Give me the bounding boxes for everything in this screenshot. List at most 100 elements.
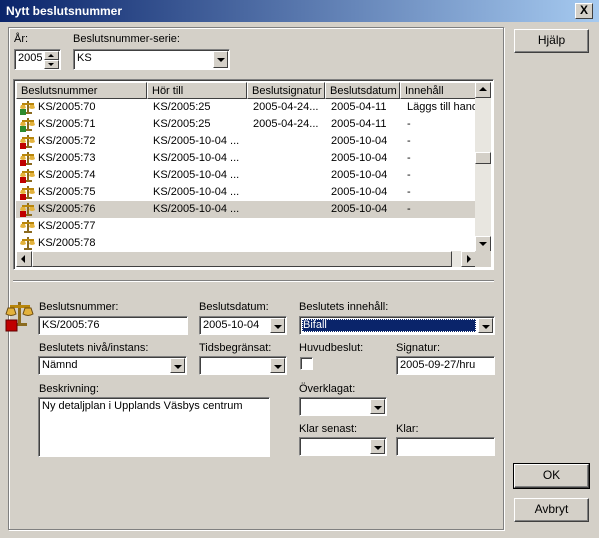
table-row[interactable]: KS/2005:72 KS/2005-10-04 ... 2005-10-04 - [16, 133, 477, 150]
window-title: Nytt beslutsnummer [6, 4, 123, 18]
tidsbegransat-select[interactable] [199, 356, 287, 375]
cell-hor-till: KS/2005:25 [153, 118, 211, 130]
separator [13, 280, 494, 282]
table-row[interactable]: KS/2005:71 KS/2005:25 2005-04-24... 2005-04… [16, 116, 477, 133]
column-header-beslutsignatur[interactable]: Beslutsignatur [247, 82, 325, 99]
series-value: KS [77, 52, 92, 64]
beskrivning-textarea[interactable]: Ny detaljplan i Upplands Väsbys centrum [38, 397, 270, 457]
help-button-label: Hjälp [537, 33, 566, 47]
klar-senast-picker[interactable] [299, 437, 387, 456]
cell-datum: 2005-04-11 [331, 118, 387, 130]
spin-up-icon[interactable] [44, 51, 59, 60]
chevron-down-icon[interactable] [270, 318, 285, 333]
table-row[interactable]: KS/2005:74 KS/2005-10-04 ... 2005-10-04 - [16, 167, 477, 184]
beskrivning-label: Beskrivning: [39, 383, 99, 395]
chevron-down-icon[interactable] [270, 358, 285, 373]
chevron-down-icon[interactable] [370, 399, 385, 414]
overklagat-label: Överklagat: [299, 383, 356, 395]
scroll-thumb[interactable] [475, 152, 491, 164]
year-spin-buttons[interactable] [44, 51, 59, 70]
table-row[interactable]: KS/2005:77 [16, 218, 477, 235]
table-row[interactable]: KS/2005:78 [16, 235, 477, 252]
cell-datum: 2005-10-04 [331, 135, 388, 147]
table-row[interactable]: KS/2005:76 KS/2005-10-04 ... 2005-10-04 - [16, 201, 477, 218]
beslutsdatum-label: Beslutsdatum: [199, 301, 269, 313]
year-spinner[interactable]: 2005 [14, 49, 61, 70]
beslutsdatum-picker[interactable]: 2005-10-04 [199, 316, 287, 335]
cell-hor-till: KS/2005-10-04 ... [153, 152, 240, 164]
klar-field[interactable] [396, 437, 495, 456]
cell-nr: KS/2005:72 [38, 135, 96, 147]
close-button[interactable]: X [575, 3, 593, 19]
cell-nr: KS/2005:77 [38, 220, 96, 232]
pending-decision-icon [20, 169, 35, 183]
series-label: Beslutsnummer-serie: [73, 33, 180, 45]
cell-hor-till: KS/2005:25 [153, 101, 211, 113]
pending-decision-icon [20, 186, 35, 200]
klar-senast-label: Klar senast: [299, 423, 358, 435]
scroll-down-icon[interactable] [475, 236, 491, 252]
approved-decision-icon [20, 101, 35, 115]
scroll-left-icon[interactable] [16, 251, 32, 267]
approved-decision-icon [20, 118, 35, 132]
cell-datum: 2005-10-04 [331, 186, 388, 198]
cell-nr: KS/2005:71 [38, 118, 96, 130]
decision-scale-icon [5, 302, 34, 332]
horizontal-scrollbar[interactable] [16, 251, 477, 267]
decision-icon [20, 220, 35, 233]
ok-button[interactable]: OK [513, 463, 590, 489]
table-row[interactable]: KS/2005:75 KS/2005-10-04 ... 2005-10-04 - [16, 184, 477, 201]
huvudbeslut-label: Huvudbeslut: [299, 342, 364, 354]
cell-innehall: - [407, 203, 411, 215]
column-header-beslutsnummer[interactable]: Beslutsnummer [16, 82, 147, 99]
cell-signatur: 2005-04-24... [253, 118, 319, 130]
spin-down-icon[interactable] [44, 60, 59, 69]
chevron-down-icon[interactable] [213, 51, 228, 68]
cancel-button[interactable]: Avbryt [514, 498, 589, 522]
cell-hor-till: KS/2005-10-04 ... [153, 135, 240, 147]
beslutsnummer-label: Beslutsnummer: [39, 301, 119, 313]
cell-innehall: - [407, 152, 411, 164]
signatur-field[interactable]: 2005-09-27/hru [396, 356, 495, 375]
signatur-label: Signatur: [396, 342, 441, 354]
innehall-label: Beslutets innehåll: [299, 301, 389, 313]
decision-list[interactable]: Beslutsnummer Hör till Beslutsignatur Be… [13, 79, 494, 270]
vertical-scrollbar[interactable] [475, 82, 491, 252]
hscroll-thumb[interactable] [32, 251, 452, 267]
beslutsnummer-field[interactable]: KS/2005:76 [38, 316, 188, 335]
tidsbegransat-label: Tidsbegränsat: [199, 342, 272, 354]
scroll-corner [475, 251, 491, 267]
cell-nr: KS/2005:73 [38, 152, 96, 164]
pending-decision-icon [20, 135, 35, 149]
cell-datum: 2005-04-11 [331, 101, 387, 113]
cell-innehall: - [407, 118, 411, 130]
help-button[interactable]: Hjälp [514, 29, 589, 53]
series-select[interactable]: KS [73, 49, 230, 70]
column-header-beslutsdatum[interactable]: Beslutsdatum [325, 82, 400, 99]
scroll-up-icon[interactable] [475, 82, 491, 98]
pending-decision-icon [20, 152, 35, 166]
cell-nr: KS/2005:70 [38, 101, 96, 113]
chevron-down-icon[interactable] [370, 439, 385, 454]
overklagat-select[interactable] [299, 397, 387, 416]
chevron-down-icon[interactable] [478, 318, 493, 333]
cancel-button-label: Avbryt [534, 502, 569, 516]
huvudbeslut-checkbox[interactable] [300, 357, 313, 370]
klar-label: Klar: [396, 423, 419, 435]
niva-select[interactable]: Nämnd [38, 356, 187, 375]
ok-button-label: OK [542, 468, 561, 482]
cell-nr: KS/2005:74 [38, 169, 96, 181]
table-row[interactable]: KS/2005:73 KS/2005-10-04 ... 2005-10-04 - [16, 150, 477, 167]
innehall-select[interactable]: Bifall [299, 316, 495, 335]
cell-hor-till: KS/2005-10-04 ... [153, 203, 240, 215]
chevron-down-icon[interactable] [170, 358, 185, 373]
cell-nr: KS/2005:78 [38, 237, 96, 249]
niva-value: Nämnd [42, 359, 78, 371]
cell-nr: KS/2005:76 [38, 203, 96, 215]
column-header-innehall[interactable]: Innehåll [400, 82, 477, 99]
cell-signatur: 2005-04-24... [253, 101, 319, 113]
table-row[interactable]: KS/2005:70 KS/2005:25 2005-04-24... 2005-04… [16, 99, 477, 116]
title-bar: Nytt beslutsnummer X [0, 0, 599, 22]
cell-hor-till: KS/2005-10-04 ... [153, 169, 240, 181]
column-header-hor-till[interactable]: Hör till [147, 82, 247, 99]
